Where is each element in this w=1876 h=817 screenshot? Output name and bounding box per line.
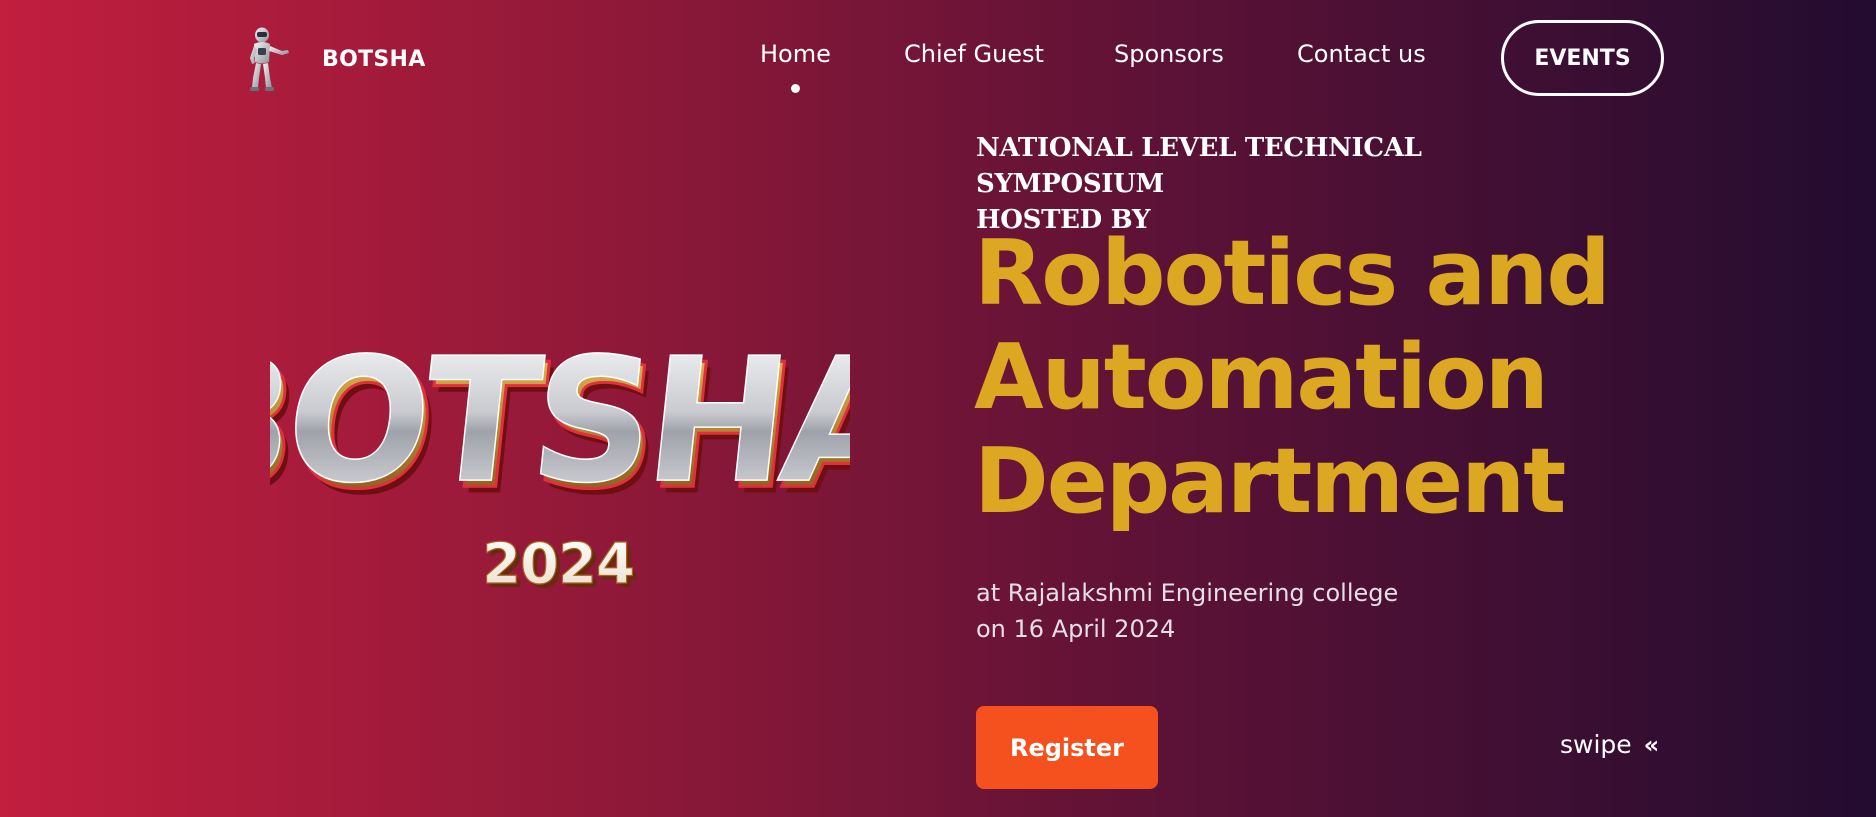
botsha-2024-logo: BOTSHA BOTSHA BOTSHA 2024 2024	[270, 270, 850, 610]
headline-line-2: Automation	[974, 325, 1549, 430]
double-chevron-left-icon: «	[1643, 730, 1660, 759]
date-text: on 16 April 2024	[976, 615, 1176, 643]
department-headline: Robotics and Automation Department	[974, 222, 1754, 534]
headline-line-3: Department	[974, 429, 1566, 534]
nav-item-chief-guest[interactable]: Chief Guest	[904, 40, 1044, 68]
active-nav-indicator	[791, 84, 800, 93]
register-button[interactable]: Register	[976, 706, 1158, 789]
logo-year: 2024	[482, 532, 634, 597]
botsha-logo-graphic: BOTSHA BOTSHA BOTSHA 2024 2024	[270, 321, 850, 601]
headline-line-1: Robotics and	[974, 221, 1611, 326]
venue-text: at Rajalakshmi Engineering college	[976, 579, 1399, 607]
nav-item-home[interactable]: Home	[760, 40, 831, 68]
logo-title: BOTSHA	[270, 322, 850, 521]
nav-item-sponsors[interactable]: Sponsors	[1114, 40, 1224, 68]
swipe-control[interactable]: swipe «	[1560, 730, 1659, 759]
kicker-line-1: NATIONAL LEVEL TECHNICAL SYMPOSIUM	[976, 133, 1422, 199]
swipe-label: swipe	[1560, 730, 1632, 759]
top-navbar: BOTSHA Home Chief Guest Sponsors Contact…	[0, 0, 1876, 120]
events-button[interactable]: EVENTS	[1501, 20, 1664, 96]
nav-item-contact-us[interactable]: Contact us	[1297, 40, 1426, 68]
event-details: at Rajalakshmi Engineering college on 16…	[976, 575, 1398, 647]
